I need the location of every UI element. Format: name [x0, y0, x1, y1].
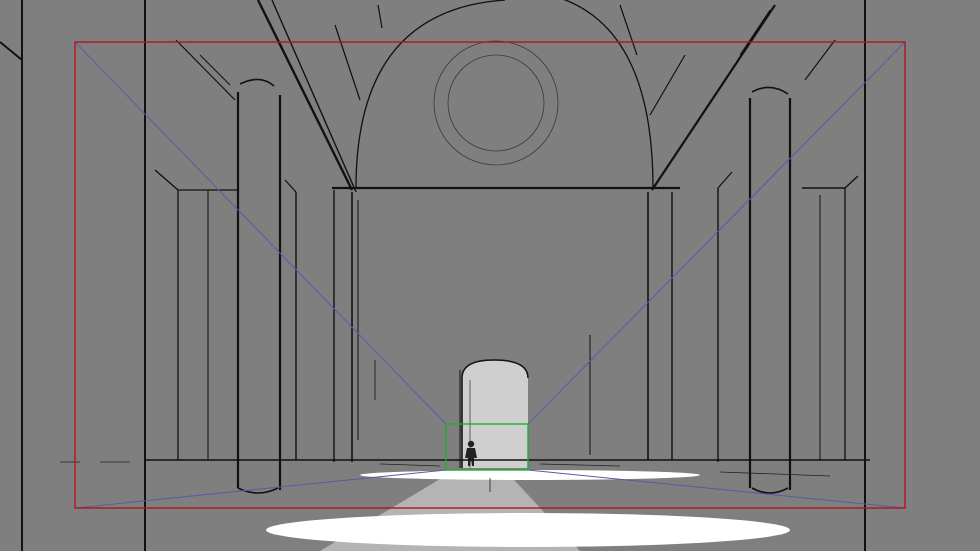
light-pool-near: [266, 513, 790, 547]
storyboard-sketch: [0, 0, 980, 551]
canvas-background: [0, 0, 980, 551]
light-pool-far: [360, 470, 700, 480]
